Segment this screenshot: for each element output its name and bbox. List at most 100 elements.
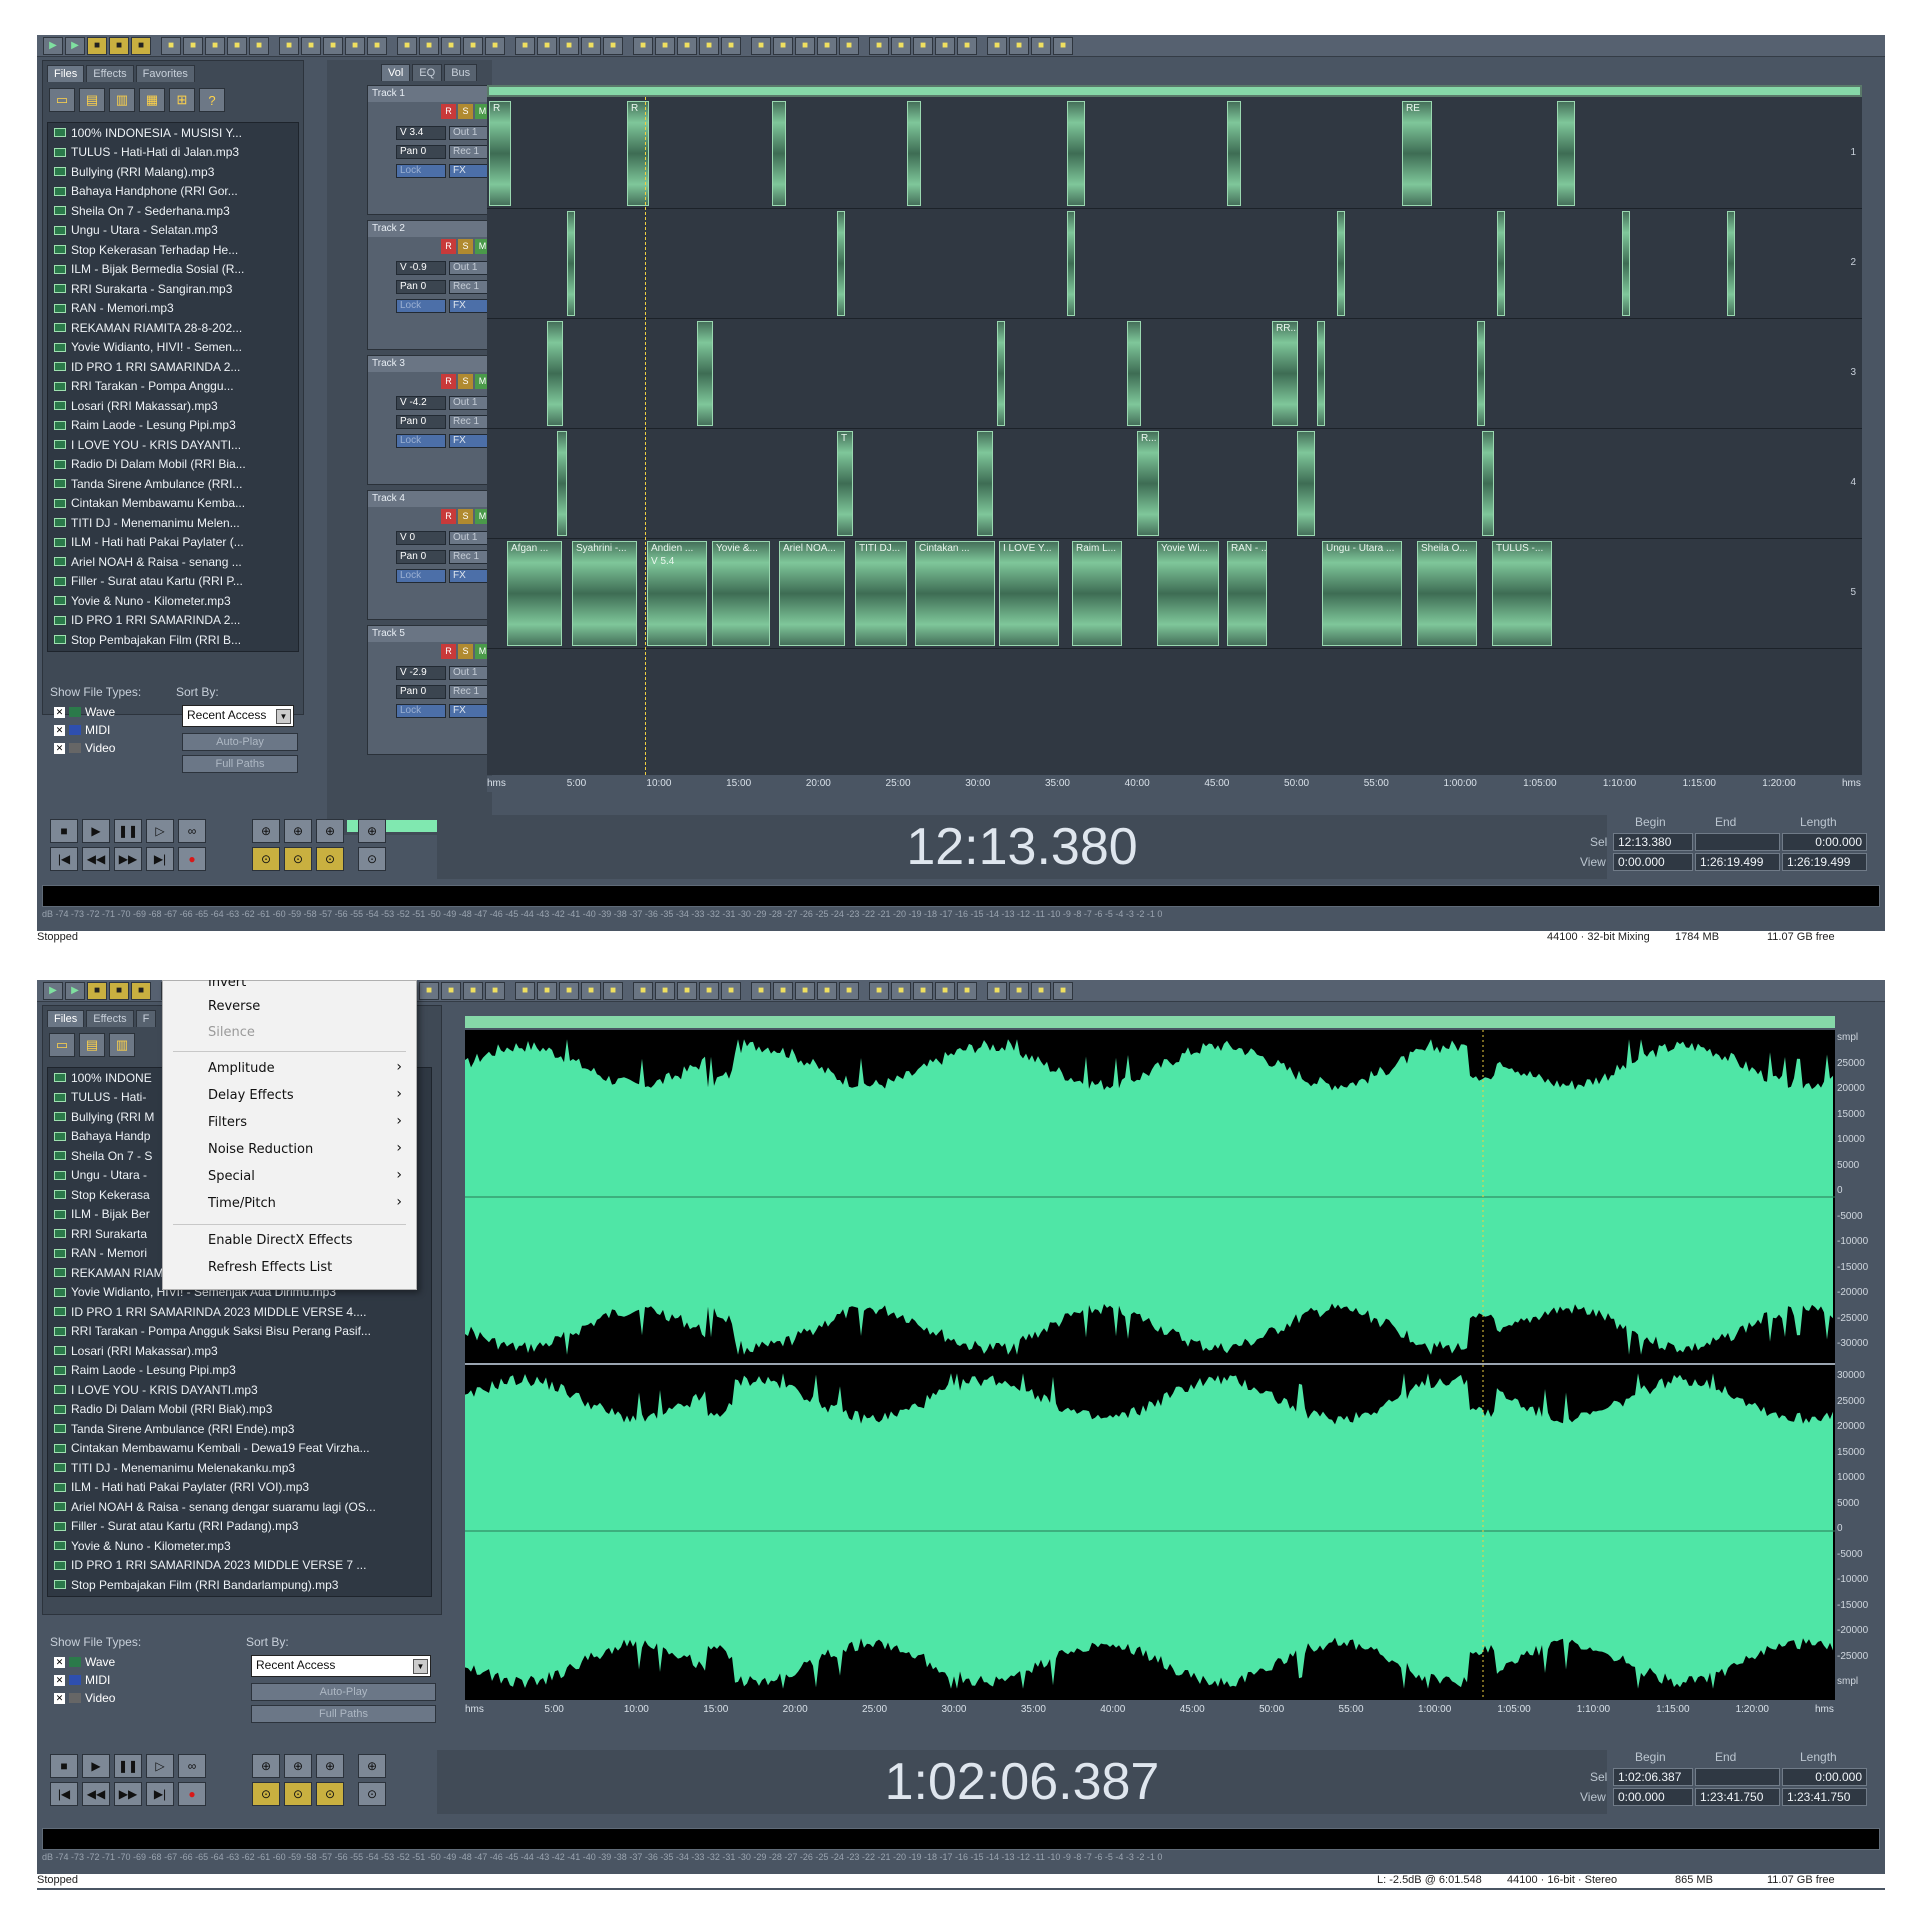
- audio-clip[interactable]: [557, 431, 567, 536]
- track-lane-4[interactable]: 4 T R...: [487, 429, 1862, 539]
- toolbar-tool-icon[interactable]: ■: [441, 36, 461, 55]
- toolbar-tool-icon[interactable]: ■: [559, 36, 579, 55]
- toolbar-tool-icon[interactable]: ■: [633, 981, 653, 1000]
- file-list-item[interactable]: TULUS - Hati-Hati di Jalan.mp3: [48, 143, 298, 163]
- toolbar-tool-icon[interactable]: ■: [367, 36, 387, 55]
- audio-clip[interactable]: [567, 211, 575, 316]
- wave-type-checkbox[interactable]: ✕ Wave: [54, 703, 115, 721]
- file-list-item[interactable]: Tanda Sirene Ambulance (RRI...: [48, 474, 298, 494]
- fx-button[interactable]: FX: [449, 569, 489, 583]
- audio-clip[interactable]: [1557, 101, 1575, 206]
- sort-by-select[interactable]: Recent Access ▼: [182, 705, 294, 727]
- lock-button[interactable]: Lock: [396, 299, 446, 313]
- file-list-item[interactable]: 100% INDONESIA - MUSISI Y...: [48, 123, 298, 143]
- import-file-icon[interactable]: ▤: [79, 1033, 105, 1057]
- selection-length-field[interactable]: 0:00.000: [1782, 1768, 1867, 1786]
- file-list-item[interactable]: Ungu - Utara - Selatan.mp3: [48, 221, 298, 241]
- menu-item-enable-directx[interactable]: Enable DirectX Effects: [208, 1233, 353, 1248]
- play-to-end-button[interactable]: ▷: [146, 1754, 174, 1778]
- toolbar-tool-icon[interactable]: ■: [161, 36, 181, 55]
- toolbar-tool-icon[interactable]: ■: [751, 981, 771, 1000]
- record-arm-button[interactable]: R: [441, 509, 456, 524]
- stop-button[interactable]: ■: [50, 819, 78, 843]
- stop-button[interactable]: ■: [50, 1754, 78, 1778]
- waveform-display[interactable]: [465, 1030, 1835, 1700]
- file-list-item[interactable]: ILM - Hati hati Pakai Paylater (...: [48, 533, 298, 553]
- fast-forward-button[interactable]: ▶▶: [114, 1782, 142, 1806]
- go-to-start-button[interactable]: |◀: [50, 1782, 78, 1806]
- toolbar-tool-icon[interactable]: ■: [485, 981, 505, 1000]
- lock-button[interactable]: Lock: [396, 164, 446, 178]
- toolbar-tool-icon[interactable]: ▶: [43, 981, 63, 1000]
- overview-bar[interactable]: [465, 1016, 1835, 1028]
- toolbar-tool-icon[interactable]: ■: [109, 981, 129, 1000]
- zoom-in-horizontal-button[interactable]: ⊕: [252, 1754, 280, 1778]
- file-list-item[interactable]: ID PRO 1 RRI SAMARINDA 2...: [48, 357, 298, 377]
- view-begin-field[interactable]: 0:00.000: [1613, 1788, 1693, 1806]
- play-button[interactable]: ▶: [82, 819, 110, 843]
- audio-clip[interactable]: Andien ... V 5.4: [647, 541, 707, 646]
- audio-clip[interactable]: Afgan ...: [507, 541, 562, 646]
- record-input-button[interactable]: Rec 1: [449, 145, 489, 159]
- solo-button[interactable]: S: [458, 644, 473, 659]
- audio-clip[interactable]: [1067, 211, 1075, 316]
- toolbar-tool-icon[interactable]: ■: [537, 981, 557, 1000]
- toolbar-tool-icon[interactable]: ■: [655, 981, 675, 1000]
- toolbar-tool-icon[interactable]: ■: [109, 36, 129, 55]
- toolbar-tool-icon[interactable]: ■: [205, 36, 225, 55]
- pan-field[interactable]: Pan 0: [396, 550, 446, 564]
- zoom-to-selection-button[interactable]: ⊙: [252, 1782, 280, 1806]
- file-list-item[interactable]: Bahaya Handphone (RRI Gor...: [48, 182, 298, 202]
- go-to-end-button[interactable]: ▶|: [146, 1782, 174, 1806]
- zoom-left-button[interactable]: ⊙: [284, 1782, 312, 1806]
- toolbar-tool-icon[interactable]: ■: [751, 36, 771, 55]
- fx-button[interactable]: FX: [449, 164, 489, 178]
- toolbar-tool-icon[interactable]: ■: [633, 36, 653, 55]
- audio-clip[interactable]: [1337, 211, 1345, 316]
- audio-clip[interactable]: [772, 101, 786, 206]
- file-list-item[interactable]: Losari (RRI Makassar).mp3: [48, 1341, 431, 1361]
- file-list-item[interactable]: TITI DJ - Menemanimu Melenakanku.mp3: [48, 1458, 431, 1478]
- video-type-checkbox[interactable]: ✕ Video: [54, 1689, 115, 1707]
- toolbar-tool-icon[interactable]: ■: [397, 36, 417, 55]
- midi-type-checkbox[interactable]: ✕ MIDI: [54, 721, 115, 739]
- record-button[interactable]: ●: [178, 1782, 206, 1806]
- toolbar-tool-icon[interactable]: ■: [839, 981, 859, 1000]
- toolbar-tool-icon[interactable]: ■: [1031, 981, 1051, 1000]
- toolbar-tool-icon[interactable]: ■: [839, 36, 859, 55]
- file-list-item[interactable]: ILM - Hati hati Pakai Paylater (RRI VOI)…: [48, 1478, 431, 1498]
- tab-files[interactable]: Files: [47, 1010, 85, 1027]
- file-list-item[interactable]: Yovie & Nuno - Kilometer.mp3: [48, 591, 298, 611]
- close-file-icon[interactable]: ▥: [109, 1033, 135, 1057]
- audio-clip[interactable]: Sheila O...: [1417, 541, 1477, 646]
- file-list-item[interactable]: Raim Laode - Lesung Pipi.mp3: [48, 416, 298, 436]
- toolbar-tool-icon[interactable]: ■: [345, 36, 365, 55]
- menu-item-amplitude[interactable]: Amplitude: [208, 1061, 275, 1076]
- toolbar-tool-icon[interactable]: ■: [699, 981, 719, 1000]
- sort-by-select[interactable]: Recent Access ▼: [251, 1655, 431, 1677]
- output-button[interactable]: Out 1: [449, 261, 489, 275]
- record-arm-button[interactable]: R: [441, 104, 456, 119]
- audio-clip[interactable]: Raim L...: [1072, 541, 1122, 646]
- file-list-item[interactable]: Filler - Surat atau Kartu (RRI P...: [48, 572, 298, 592]
- toolbar-tool-icon[interactable]: ▶: [65, 36, 85, 55]
- audio-clip[interactable]: RR...: [1272, 321, 1298, 426]
- audio-clip[interactable]: Syahrini -...: [572, 541, 637, 646]
- menu-item-special[interactable]: Special: [208, 1169, 255, 1184]
- record-input-button[interactable]: Rec 1: [449, 685, 489, 699]
- file-list-item[interactable]: Ariel NOAH & Raisa - senang dengar suara…: [48, 1497, 431, 1517]
- audio-clip[interactable]: [547, 321, 563, 426]
- file-list-item[interactable]: Cintakan Membawamu Kemba...: [48, 494, 298, 514]
- track-name[interactable]: Track 3: [368, 356, 496, 372]
- toolbar-tool-icon[interactable]: ■: [87, 36, 107, 55]
- audio-clip[interactable]: [697, 321, 713, 426]
- tab-bus[interactable]: Bus: [444, 64, 478, 81]
- audio-clip[interactable]: R: [489, 101, 511, 206]
- file-list-item[interactable]: REKAMAN RIAMITA 28-8-202...: [48, 318, 298, 338]
- fast-forward-button[interactable]: ▶▶: [114, 847, 142, 871]
- file-list-item[interactable]: Losari (RRI Makassar).mp3: [48, 396, 298, 416]
- go-to-start-button[interactable]: |◀: [50, 847, 78, 871]
- file-list-item[interactable]: ID PRO 1 RRI SAMARINDA 2023 MIDDLE VERSE…: [48, 1302, 431, 1322]
- toolbar-tool-icon[interactable]: ■: [227, 36, 247, 55]
- menu-item-reverse[interactable]: Reverse: [208, 999, 260, 1014]
